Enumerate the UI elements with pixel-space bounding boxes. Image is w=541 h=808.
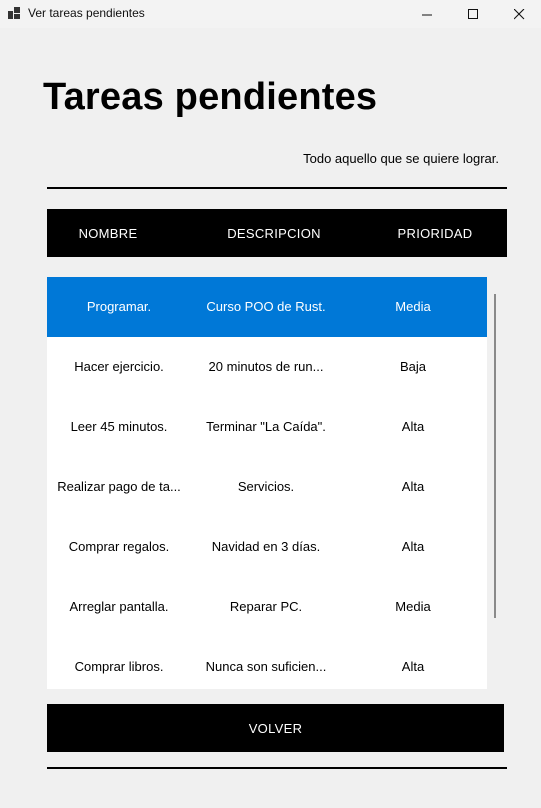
cell-prioridad: Alta xyxy=(401,419,425,434)
table-row[interactable]: Leer 45 minutos. Terminar "La Caída". Al… xyxy=(47,397,487,457)
minimize-button[interactable] xyxy=(404,0,450,28)
table-row[interactable]: Comprar regalos. Navidad en 3 días. Alta xyxy=(47,517,487,577)
table-row[interactable]: Realizar pago de ta... Servicios. Alta xyxy=(47,457,487,517)
maximize-icon xyxy=(467,8,478,19)
list-scrollbar[interactable] xyxy=(494,294,496,618)
cell-descripcion: Servicios. xyxy=(237,479,295,494)
cell-descripcion: Terminar "La Caída". xyxy=(206,419,326,434)
maximize-button[interactable] xyxy=(450,0,496,28)
cell-prioridad: Alta xyxy=(401,659,425,674)
cell-nombre: Comprar regalos. xyxy=(68,539,170,554)
bottom-divider xyxy=(47,767,507,769)
table-row[interactable]: Hacer ejercicio. 20 minutos de run... Ba… xyxy=(47,337,487,397)
title-bar: Ver tareas pendientes xyxy=(0,0,541,28)
column-header-descripcion: DESCRIPCION xyxy=(227,226,321,241)
cell-prioridad: Media xyxy=(395,299,431,314)
back-button-label: VOLVER xyxy=(248,720,303,736)
cell-nombre: Hacer ejercicio. xyxy=(74,359,164,374)
cell-prioridad: Alta xyxy=(401,479,425,494)
close-button[interactable] xyxy=(496,0,541,28)
page-title: Tareas pendientes xyxy=(43,76,378,118)
cell-prioridad: Alta xyxy=(401,539,425,554)
table-row[interactable]: Comprar libros. Nunca son suficien... Al… xyxy=(47,637,487,689)
cell-descripcion: Nunca son suficien... xyxy=(205,659,327,674)
cell-nombre: Leer 45 minutos. xyxy=(70,419,168,434)
back-button[interactable]: VOLVER xyxy=(47,704,504,752)
cell-descripcion: Reparar PC. xyxy=(229,599,303,614)
cell-nombre: Realizar pago de ta... xyxy=(57,479,181,494)
page-subtitle: Todo aquello que se quiere lograr. xyxy=(303,151,499,166)
window-title: Ver tareas pendientes xyxy=(28,6,145,20)
cell-prioridad: Baja xyxy=(399,359,427,374)
task-list[interactable]: Programar. Curso POO de Rust. Media Hace… xyxy=(47,277,487,689)
table-row[interactable]: Arreglar pantalla. Reparar PC. Media xyxy=(47,577,487,637)
app-icon xyxy=(8,7,20,19)
cell-descripcion: Curso POO de Rust. xyxy=(206,299,326,314)
cell-nombre: Programar. xyxy=(86,299,152,314)
cell-nombre: Arreglar pantalla. xyxy=(69,599,169,614)
top-divider xyxy=(47,187,507,189)
cell-nombre: Comprar libros. xyxy=(74,659,164,674)
table-row[interactable]: Programar. Curso POO de Rust. Media xyxy=(47,277,487,337)
column-header-nombre: NOMBRE xyxy=(78,226,138,241)
cell-descripcion: 20 minutos de run... xyxy=(208,359,324,374)
cell-prioridad: Media xyxy=(395,599,431,614)
minimize-icon xyxy=(421,14,432,15)
column-header-prioridad: PRIORIDAD xyxy=(397,226,473,241)
close-icon xyxy=(513,8,524,19)
table-header: NOMBRE DESCRIPCION PRIORIDAD xyxy=(47,209,507,257)
cell-descripcion: Navidad en 3 días. xyxy=(211,539,321,554)
